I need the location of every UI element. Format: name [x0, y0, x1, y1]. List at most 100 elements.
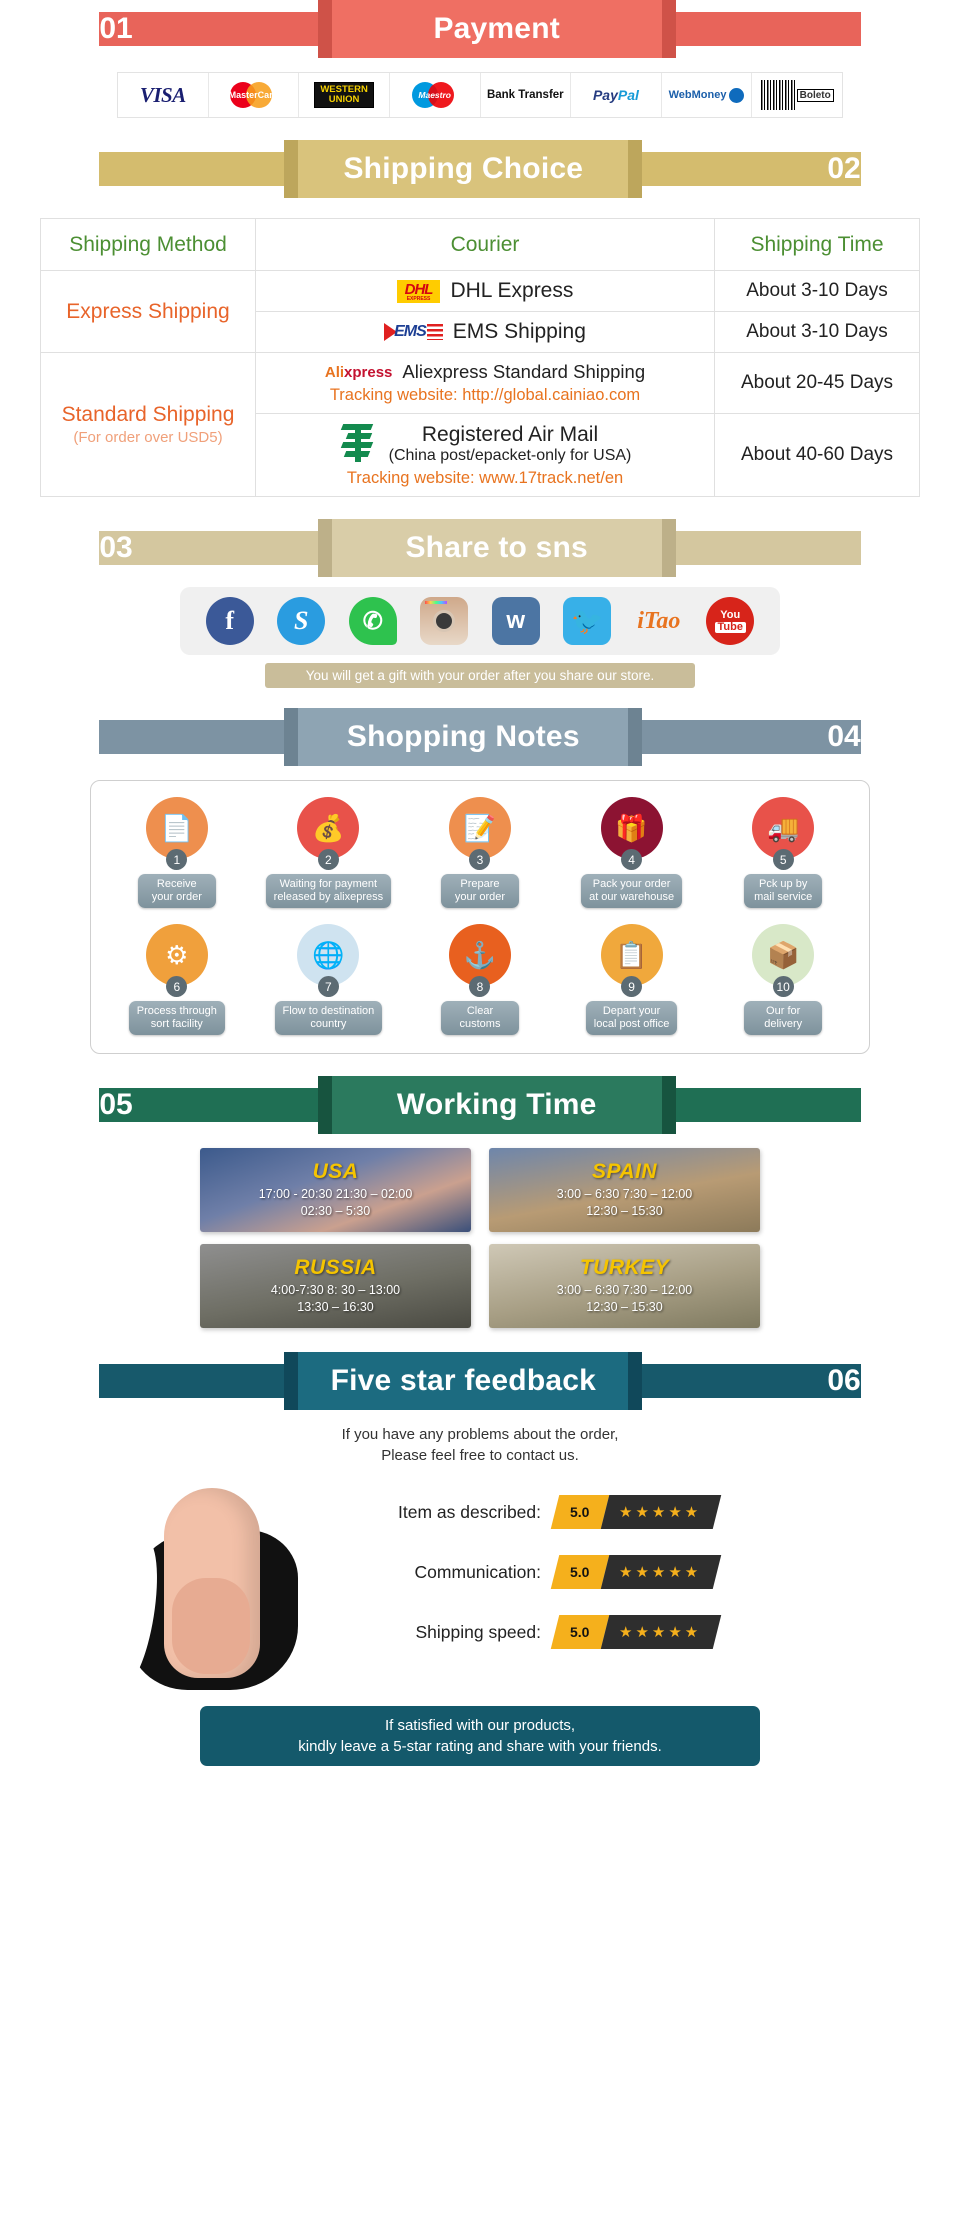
twitter-icon[interactable]: 🐦 [563, 597, 612, 645]
section-number-payment: 01 [99, 12, 133, 46]
shipping-options-table: Shipping Method Courier Shipping Time Ex… [40, 218, 920, 497]
tracking-website-link[interactable]: Tracking website: http://global.cainiao.… [262, 386, 708, 405]
step-number: 10 [772, 976, 794, 997]
courier-line: EMS EMS Shipping [262, 320, 708, 344]
step-number: 3 [469, 849, 491, 870]
rating-stars: ★★★★★ [600, 1555, 722, 1589]
ribbon-wing-left [99, 152, 300, 186]
ribbon-wing-left [132, 531, 333, 565]
ribbon-wing-left [99, 1364, 300, 1398]
skype-icon[interactable]: S [277, 597, 326, 645]
country-name: SPAIN [591, 1160, 658, 1183]
ribbon-center: Shopping Notes [284, 708, 643, 766]
section-title-working: Working Time [396, 1088, 597, 1121]
rating-score: 5.0 [550, 1495, 610, 1529]
feedback-intro: If you have any problems about the order… [0, 1424, 960, 1466]
table-row: Express Shipping DHL EXPRESS DHL Express… [40, 270, 920, 353]
step-label: Receive your order [137, 874, 216, 908]
working-time-card: USA 17:00 - 20:30 21:30 – 02:00 02:30 – 5:… [200, 1148, 471, 1232]
payment-methods-strip: VISA MasterCard WESTERN UNION Maestro Ba… [117, 72, 843, 118]
section-banner-working-time: 05 Working Time [0, 1076, 960, 1134]
section-banner-shipping: Shipping Choice 02 [0, 140, 960, 198]
instagram-icon[interactable] [420, 597, 469, 645]
footer-line2: kindly leave a 5-star rating and share w… [298, 1738, 662, 1755]
courier-line: Registered Air Mail (China post/epacket-… [262, 422, 708, 466]
feedback-footer-note: If satisfied with our products, kindly l… [200, 1706, 760, 1766]
column-header-time: Shipping Time [714, 218, 920, 271]
step-number: 9 [621, 976, 643, 997]
boleto-logo: Boleto [760, 80, 834, 110]
vk-icon[interactable]: w [491, 597, 540, 645]
payment-method-paypal: PayPal [571, 73, 662, 117]
ems-logo: EMS [384, 323, 443, 341]
country-name: USA [312, 1160, 359, 1183]
courier-name: EMS Shipping [452, 320, 586, 343]
shopping-notes-steps: 📄 1 Receive your order 💰 2 Waiting for payment… [90, 780, 870, 1054]
rating-badge: 5.0 ★★★★★ [550, 1555, 722, 1589]
footer-line1: If satisfied with our products, [384, 1717, 576, 1734]
ribbon-wing-right [627, 152, 828, 186]
step-number: 5 [772, 849, 794, 870]
step-label: Waiting for payment released by alixepres… [265, 874, 392, 908]
itao-icon[interactable]: iTao [635, 597, 683, 645]
section-number-notes: 04 [827, 720, 861, 754]
section-banner-notes: Shopping Notes 04 [0, 708, 960, 766]
social-share-bar: f S ✆ w 🐦 iTao You Tube [180, 587, 780, 655]
shopping-note-step: 📄 1 Receive your order [107, 797, 247, 908]
shopping-note-step: ⚙ 6 Process through sort facility [107, 924, 247, 1035]
step-number: 7 [317, 976, 339, 997]
aliexpress-logo: Alixpress [324, 363, 393, 381]
table-row: Standard Shipping (For order over USD5) … [40, 352, 920, 497]
youtube-icon[interactable]: You Tube [706, 597, 755, 645]
step-label: Pack your order at our warehouse [581, 874, 683, 908]
rating-badge: 5.0 ★★★★★ [550, 1615, 722, 1649]
rating-score: 5.0 [550, 1615, 610, 1649]
feedback-intro-line1: If you have any problems about the order… [341, 1426, 619, 1443]
courier-name: DHL Express [450, 279, 574, 302]
working-time-grid: USA 17:00 - 20:30 21:30 – 02:00 02:30 – 5:… [200, 1148, 760, 1328]
ribbon-wing-right [660, 12, 861, 46]
section-title-feedback: Five star feedback [330, 1364, 597, 1397]
step-number: 6 [166, 976, 188, 997]
courier-name: Registered Air Mail (China post/epacket-… [388, 423, 632, 464]
working-time-card: TURKEY 3:00 – 6:30 7:30 – 12:00 12:30 – 15… [489, 1244, 760, 1328]
ribbon-center: Payment [317, 0, 676, 58]
method-name: Express Shipping [66, 299, 230, 323]
thumbs-up-image [110, 1470, 340, 1700]
cell-shipping-method-standard: Standard Shipping (For order over USD5) [40, 352, 256, 497]
rating-row: Item as described: 5.0 ★★★★★ [340, 1495, 850, 1529]
column-header-method: Shipping Method [40, 218, 256, 271]
rating-stars: ★★★★★ [600, 1615, 722, 1649]
cell-shipping-time: About 20-45 Days [714, 352, 920, 414]
cell-courier-dhl: DHL EXPRESS DHL Express [255, 270, 715, 312]
shopping-note-step: 🌐 7 Flow to destination country [258, 924, 398, 1035]
cell-shipping-time: About 40-60 Days [714, 413, 920, 497]
section-number-sns: 03 [99, 531, 133, 565]
section-banner-payment: 01 Payment [0, 0, 960, 58]
shopping-note-step: 🚚 5 Pck up by mail service [713, 797, 853, 908]
section-banner-sns: 03 Share to sns [0, 519, 960, 577]
tracking-website-link[interactable]: Tracking website: www.17track.net/en [262, 469, 708, 488]
payment-method-webmoney: WebMoney [662, 73, 753, 117]
section-banner-feedback: Five star feedback 06 [0, 1352, 960, 1410]
working-hours: 3:00 – 6:30 7:30 – 12:00 12:30 – 15:30 [556, 1187, 693, 1218]
mastercard-logo: MasterCard [222, 80, 284, 110]
china-post-logo [339, 422, 379, 466]
shopping-note-step: 📦 10 Our for delivery [713, 924, 853, 1035]
courier-name: Aliexpress Standard Shipping [402, 361, 646, 382]
shopping-note-step: 💰 2 Waiting for payment released by alixepr… [258, 797, 398, 908]
section-title-payment: Payment [433, 12, 560, 45]
cell-courier-aliexpress: Alixpress Aliexpress Standard Shipping T… [255, 352, 715, 414]
cell-courier-ems: EMS EMS Shipping [255, 311, 715, 353]
cell-courier-china-post: Registered Air Mail (China post/epacket-… [255, 413, 715, 497]
step-label: Clear customs [440, 1001, 519, 1035]
feedback-intro-line2: Please feel free to contact us. [381, 1447, 579, 1464]
ribbon-wing-right [627, 720, 828, 754]
table-header-row: Shipping Method Courier Shipping Time [40, 218, 920, 271]
section-title-shipping: Shipping Choice [343, 152, 584, 185]
whatsapp-icon[interactable]: ✆ [348, 597, 397, 645]
ribbon-wing-right [660, 531, 861, 565]
facebook-icon[interactable]: f [205, 597, 254, 645]
paypal-logo: PayPal [592, 87, 639, 103]
step-label: Flow to destination country [274, 1001, 383, 1035]
